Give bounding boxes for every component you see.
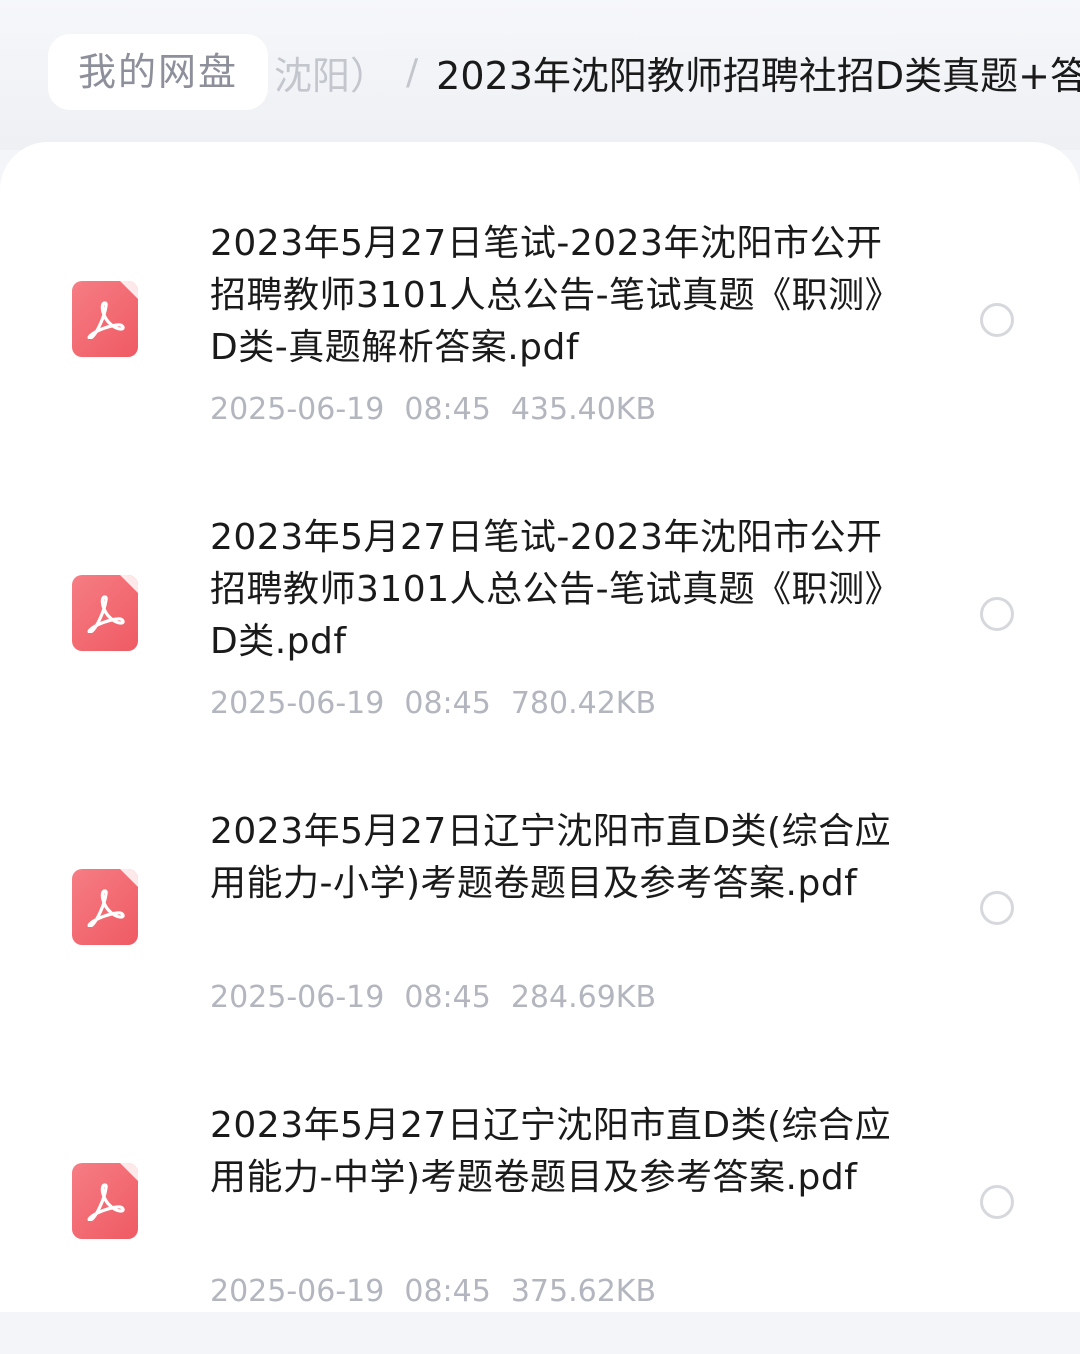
file-date: 2025-06-19 <box>210 1274 385 1309</box>
file-date: 2025-06-19 <box>210 980 385 1015</box>
breadcrumb-current: 2023年沈阳教师招聘社招D类真题+答案 <box>436 53 1080 98</box>
file-list: 2023年5月27日笔试-2023年沈阳市公开招聘教师3101人总公告-笔试真题… <box>0 142 1080 1312</box>
file-time: 08:45 <box>404 1274 491 1309</box>
pdf-icon <box>72 869 138 945</box>
file-time: 08:45 <box>404 686 491 721</box>
file-name: 2023年5月27日辽宁沈阳市直D类(综合应用能力-中学)考题卷题目及参考答案.… <box>210 1105 892 1198</box>
file-date: 2025-06-19 <box>210 392 385 427</box>
header: 我的网盘 沈阳） / 2023年沈阳教师招聘社招D类真题+答案 <box>0 0 1080 150</box>
breadcrumb-parent[interactable]: 沈阳） <box>274 45 388 100</box>
file-date: 2025-06-19 <box>210 686 385 721</box>
file-size: 375.62KB <box>510 1274 657 1309</box>
breadcrumb-separator: / <box>406 51 419 93</box>
file-time: 08:45 <box>404 392 491 427</box>
file-row[interactable]: 2023年5月27日辽宁沈阳市直D类(综合应用能力-中学)考题卷题目及参考答案.… <box>0 1060 1080 1354</box>
file-size: 284.69KB <box>510 980 657 1015</box>
breadcrumb: 我的网盘 沈阳） / 2023年沈阳教师招聘社招D类真题+答案 <box>48 34 1080 110</box>
file-meta: 2025-06-19 08:45 435.40KB <box>210 392 656 427</box>
file-meta: 2025-06-19 08:45 375.62KB <box>210 1274 656 1309</box>
file-size: 435.40KB <box>510 392 657 427</box>
pdf-icon <box>72 575 138 651</box>
file-row[interactable]: 2023年5月27日辽宁沈阳市直D类(综合应用能力-小学)考题卷题目及参考答案.… <box>0 766 1080 1060</box>
select-radio[interactable] <box>980 303 1014 337</box>
file-name: 2023年5月27日笔试-2023年沈阳市公开招聘教师3101人总公告-笔试真题… <box>210 223 902 368</box>
select-radio[interactable] <box>980 597 1014 631</box>
breadcrumb-root[interactable]: 我的网盘 <box>48 34 269 110</box>
pdf-icon <box>72 1163 138 1239</box>
pdf-icon <box>72 281 138 357</box>
select-radio[interactable] <box>980 891 1014 925</box>
file-meta: 2025-06-19 08:45 284.69KB <box>210 980 656 1015</box>
select-radio[interactable] <box>980 1185 1014 1219</box>
file-meta: 2025-06-19 08:45 780.42KB <box>210 686 656 721</box>
file-time: 08:45 <box>404 980 491 1015</box>
file-name: 2023年5月27日辽宁沈阳市直D类(综合应用能力-小学)考题卷题目及参考答案.… <box>210 811 892 904</box>
file-row[interactable]: 2023年5月27日笔试-2023年沈阳市公开招聘教师3101人总公告-笔试真题… <box>0 178 1080 472</box>
file-name: 2023年5月27日笔试-2023年沈阳市公开招聘教师3101人总公告-笔试真题… <box>210 517 902 662</box>
file-row[interactable]: 2023年5月27日笔试-2023年沈阳市公开招聘教师3101人总公告-笔试真题… <box>0 472 1080 766</box>
file-size: 780.42KB <box>510 686 657 721</box>
